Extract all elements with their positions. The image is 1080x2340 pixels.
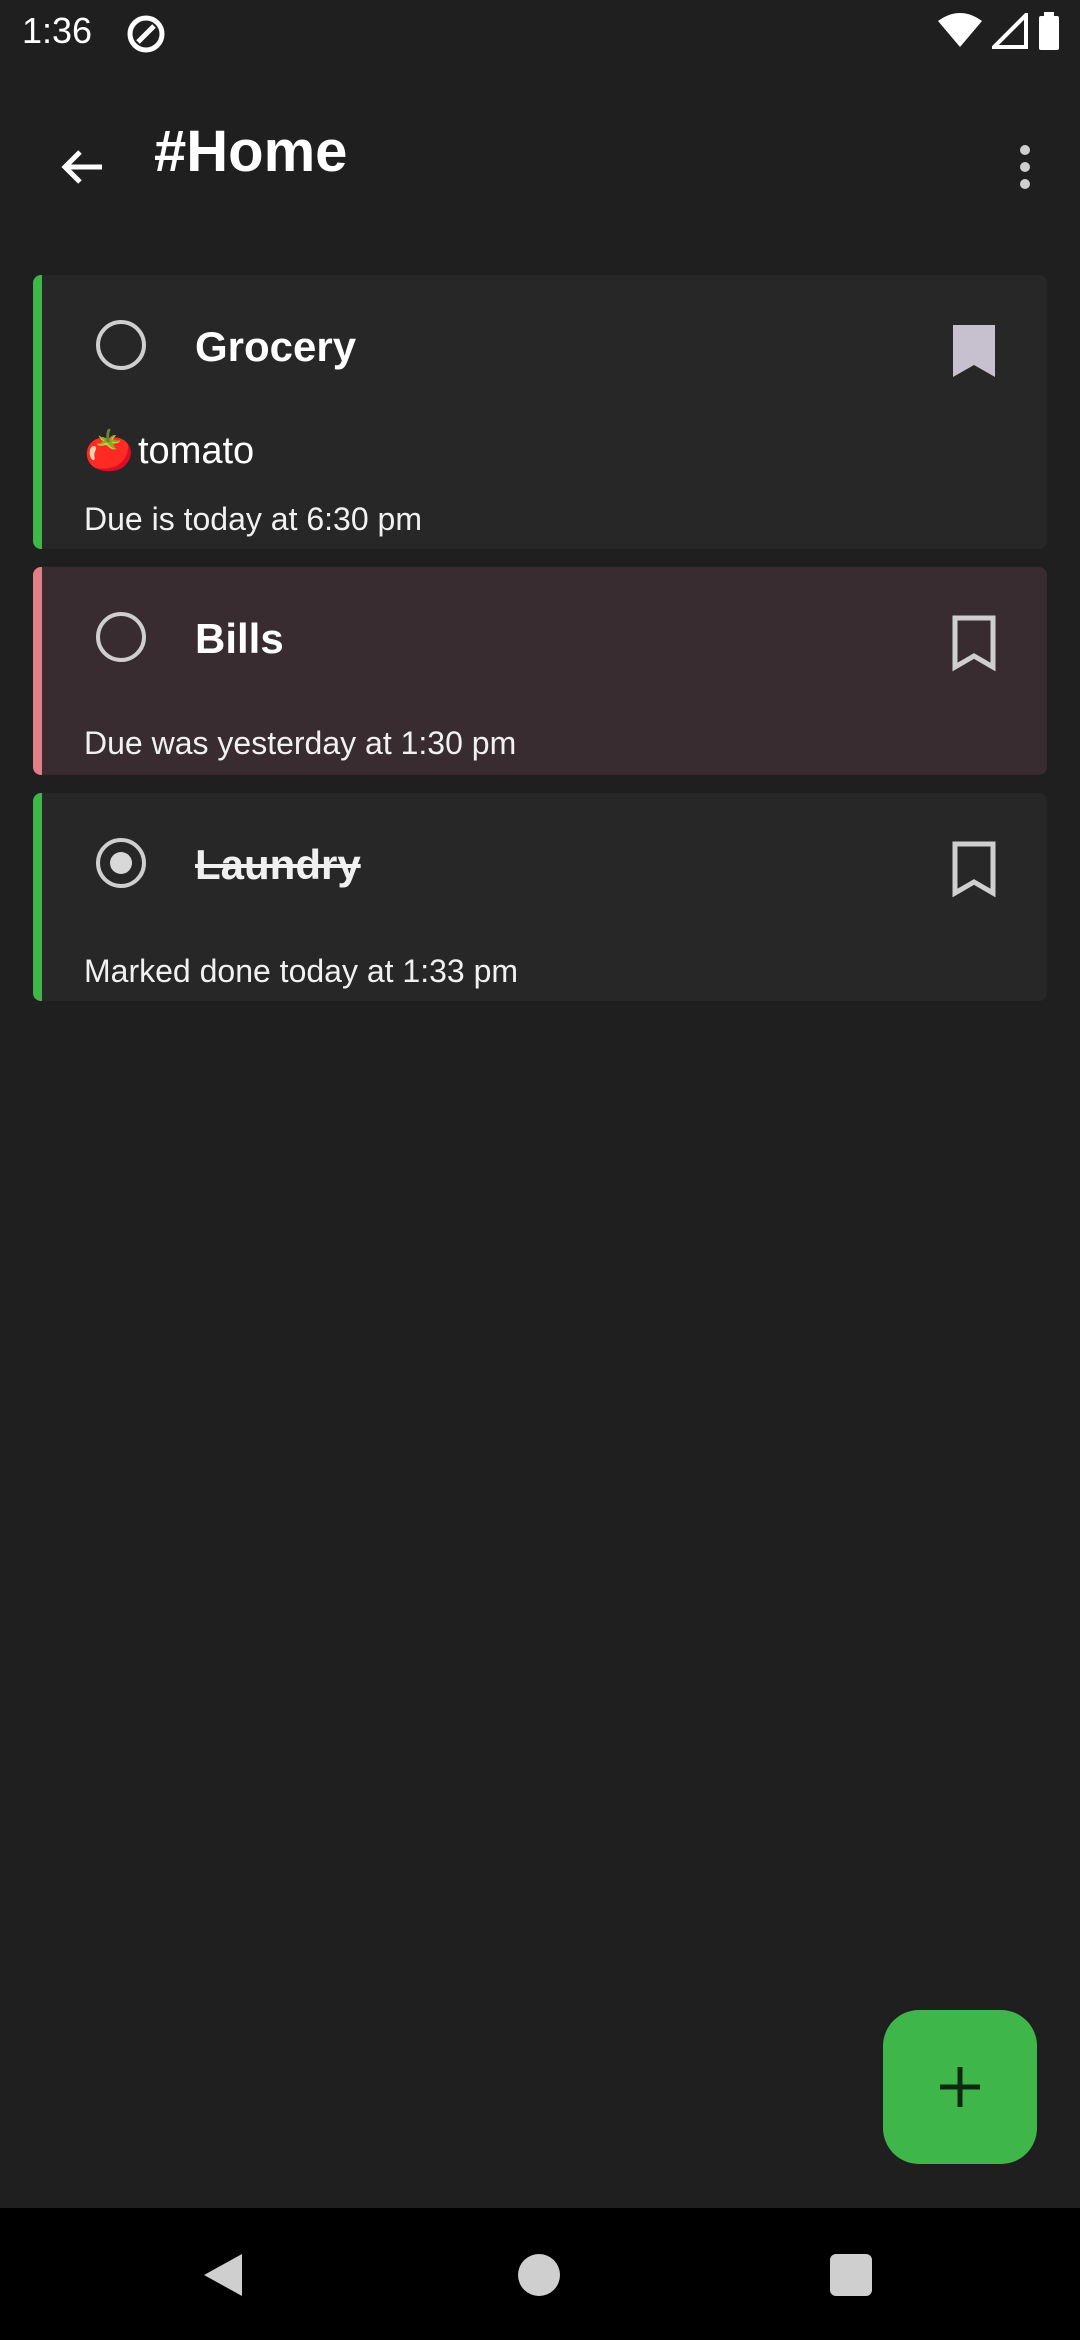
bookmark-button[interactable] xyxy=(949,839,999,899)
more-options-button[interactable] xyxy=(990,124,1060,210)
task-title: Laundry xyxy=(195,841,361,888)
task-title: Grocery xyxy=(195,323,357,370)
signal-icon xyxy=(989,10,1028,54)
system-nav-bar xyxy=(0,2208,1080,2340)
page-title: #Home xyxy=(154,119,348,184)
more-vert-icon xyxy=(1020,145,1030,189)
task-card-laundry[interactable]: Laundry Marked done today at 1:33 pm xyxy=(33,793,1047,1001)
tomato-icon: 🍅 xyxy=(84,429,134,473)
task-checkbox[interactable] xyxy=(96,612,146,662)
task-card-bills[interactable]: Bills Due was yesterday at 1:30 pm xyxy=(33,567,1047,775)
plus-icon xyxy=(940,2067,980,2107)
app-notification-icon xyxy=(126,14,166,54)
status-time: 1:36 xyxy=(22,10,93,51)
bookmark-filled-icon xyxy=(953,325,995,377)
status-icons xyxy=(938,10,1060,55)
arrow-back-icon xyxy=(61,150,102,184)
task-checkbox-checked[interactable] xyxy=(96,838,146,888)
task-card-grocery[interactable]: Grocery 🍅 tomato Due is today at 6:30 pm xyxy=(33,275,1047,549)
checklist-item: tomato xyxy=(138,430,255,472)
task-title: Bills xyxy=(195,615,284,662)
add-task-button[interactable] xyxy=(883,2010,1037,2164)
wifi-icon xyxy=(938,13,982,54)
back-button[interactable] xyxy=(40,124,126,210)
bookmark-button[interactable] xyxy=(949,321,999,381)
task-checkbox[interactable] xyxy=(96,320,146,370)
nav-home-icon[interactable] xyxy=(518,2254,560,2296)
task-due-text: Due was yesterday at 1:30 pm xyxy=(84,725,517,761)
bookmark-outline-icon xyxy=(952,841,996,898)
task-due-text: Due is today at 6:30 pm xyxy=(84,501,422,537)
status-bar: 1:36 xyxy=(0,0,1080,66)
battery-icon xyxy=(1038,12,1060,55)
bookmark-button[interactable] xyxy=(949,613,999,673)
bookmark-outline-icon xyxy=(952,615,996,672)
nav-recents-icon[interactable] xyxy=(830,2254,872,2296)
app-bar: #Home xyxy=(0,90,1080,220)
nav-back-icon[interactable] xyxy=(200,2252,244,2303)
task-done-text: Marked done today at 1:33 pm xyxy=(84,953,519,989)
